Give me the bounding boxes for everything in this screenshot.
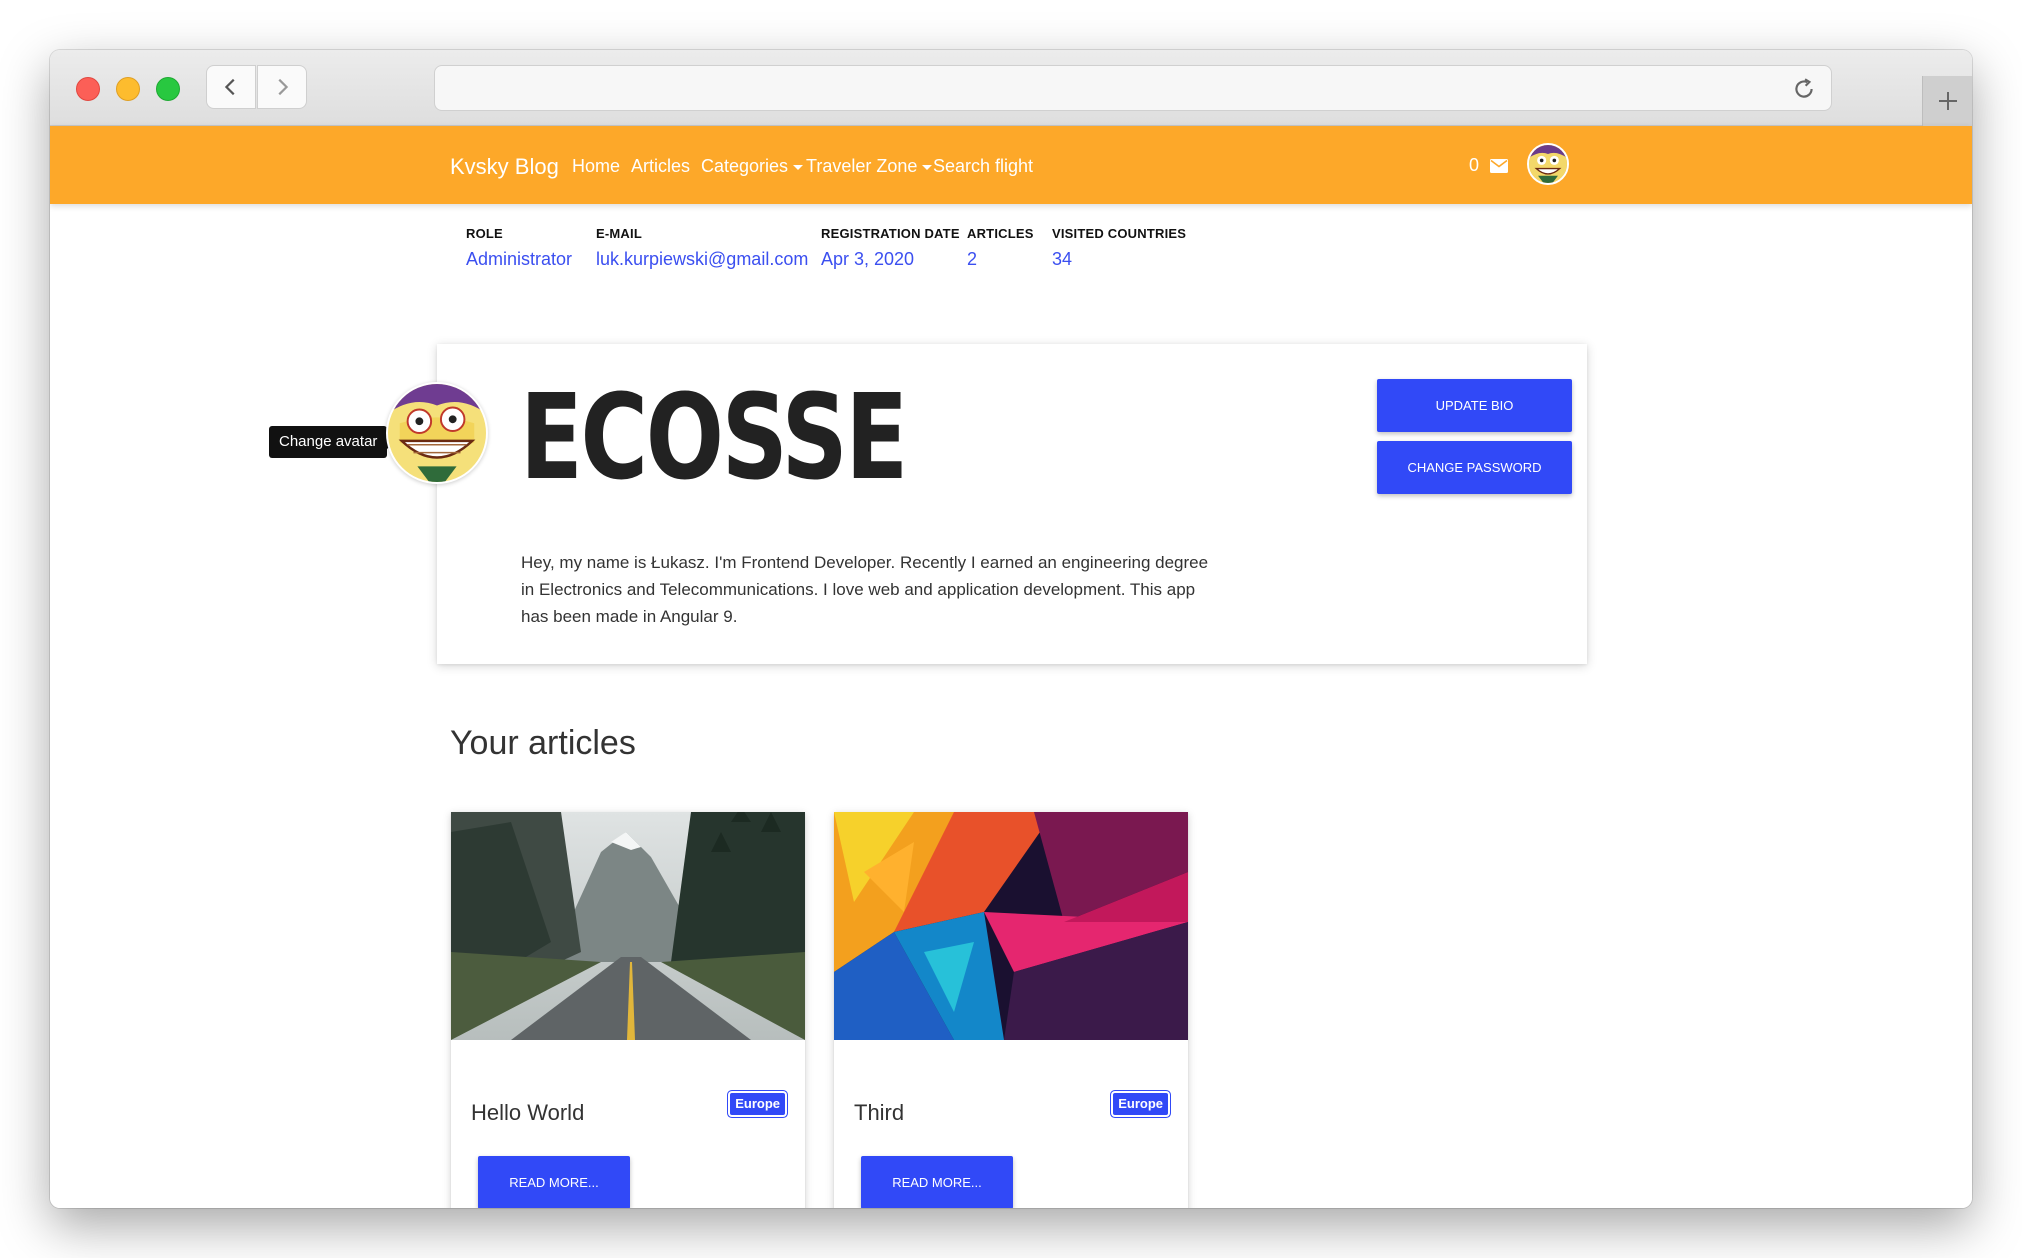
section-title: Your articles (450, 724, 636, 762)
category-badge[interactable]: Europe (1113, 1093, 1168, 1115)
stat-visited-countries: VISITED COUNTRIES 34 (1052, 226, 1186, 270)
abstract-polygon-image (834, 812, 1188, 1040)
stat-value: Apr 3, 2020 (821, 249, 915, 269)
user-avatar-menu[interactable] (1527, 143, 1569, 185)
envelope-icon[interactable] (1490, 159, 1508, 173)
stat-label: ARTICLES (967, 226, 1034, 241)
message-count[interactable]: 0 (1469, 155, 1479, 176)
plus-icon (1938, 92, 1957, 110)
article-title[interactable]: Hello World (471, 1100, 584, 1126)
profile-username: ECOSSE (520, 368, 908, 506)
nav-categories-label: Categories (701, 156, 789, 176)
change-avatar-tooltip: Change avatar (269, 426, 396, 458)
browser-window: Kvsky Blog Home Articles Categories Trav… (50, 50, 1972, 1208)
page-viewport: Kvsky Blog Home Articles Categories Trav… (50, 126, 1972, 1208)
new-tab-button[interactable] (1922, 76, 1972, 126)
article-image[interactable] (451, 812, 805, 1040)
profile-bio: Hey, my name is Łukasz. I'm Frontend Dev… (521, 553, 1209, 626)
top-navbar: Kvsky Blog Home Articles Categories Trav… (50, 126, 1972, 204)
stat-value: Administrator (466, 249, 573, 269)
stat-label: ROLE (466, 226, 503, 241)
stat-email: E-MAIL luk.kurpiewski@gmail.com (596, 226, 808, 270)
chevron-right-icon (278, 78, 289, 96)
stat-value: 34 (1052, 249, 1073, 269)
nav-articles[interactable]: Articles (631, 156, 690, 177)
article-image[interactable] (834, 812, 1188, 1040)
nav-traveler-zone-label: Traveler Zone (806, 156, 918, 176)
stat-registration-date: REGISTRATION DATE Apr 3, 2020 (821, 226, 960, 270)
nav-traveler-zone-dropdown[interactable]: Traveler Zone (806, 156, 933, 177)
stat-value: luk.kurpiewski@gmail.com (596, 249, 809, 269)
joker-face-icon (388, 384, 486, 482)
reload-icon[interactable] (1791, 76, 1817, 102)
stat-label: VISITED COUNTRIES (1052, 226, 1187, 241)
stat-value: 2 (967, 249, 978, 269)
read-more-button[interactable]: READ MORE... (861, 1156, 1013, 1208)
mountain-road-image (451, 812, 805, 1040)
chevron-left-icon (224, 78, 235, 96)
read-more-button[interactable]: READ MORE... (478, 1156, 630, 1208)
article-card: Third Europe READ MORE... (834, 812, 1188, 1208)
article-title[interactable]: Third (854, 1100, 904, 1126)
caret-down-icon (793, 164, 804, 170)
caret-down-icon (922, 164, 933, 170)
forward-button[interactable] (257, 65, 307, 109)
stat-label: REGISTRATION DATE (821, 226, 960, 241)
category-badge[interactable]: Europe (730, 1093, 785, 1115)
nav-home[interactable]: Home (572, 156, 620, 177)
stat-articles: ARTICLES 2 (967, 226, 1034, 270)
close-window-button[interactable] (76, 77, 100, 101)
maximize-window-button[interactable] (156, 77, 180, 101)
update-bio-button[interactable]: UPDATE BIO (1377, 379, 1572, 432)
browser-toolbar (50, 50, 1972, 126)
joker-face-icon (1529, 145, 1567, 183)
stat-label: E-MAIL (596, 226, 642, 241)
profile-avatar[interactable] (386, 382, 488, 484)
nav-categories-dropdown[interactable]: Categories (701, 156, 804, 177)
change-password-button[interactable]: CHANGE PASSWORD (1377, 441, 1572, 494)
address-bar[interactable] (434, 65, 1832, 111)
article-card: Hello World Europe READ MORE... (451, 812, 805, 1208)
stat-role: ROLE Administrator (466, 226, 572, 270)
back-button[interactable] (206, 65, 256, 109)
minimize-window-button[interactable] (116, 77, 140, 101)
nav-search-flight[interactable]: Search flight (933, 156, 1033, 177)
brand-link[interactable]: Kvsky Blog (450, 154, 559, 180)
